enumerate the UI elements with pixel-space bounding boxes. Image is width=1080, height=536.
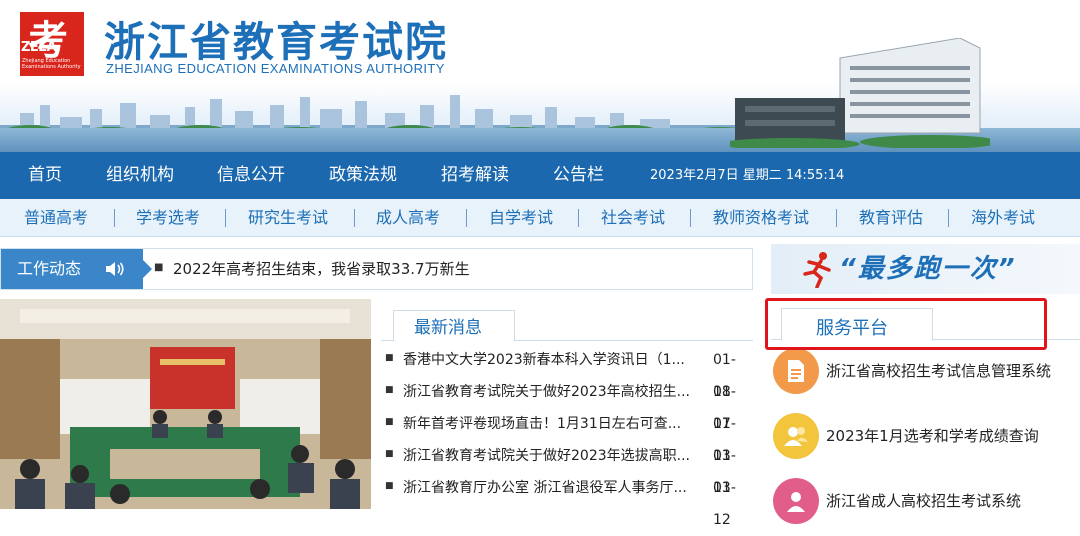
exam-category-nav: 普通高考 学考选考 研究生考试 成人高考 自学考试 社会考试 教师资格考试 教育… — [0, 199, 1080, 237]
speaker-icon — [106, 262, 124, 276]
nav-bulletin[interactable]: 公告栏 — [553, 152, 604, 199]
bullet-icon: ■ — [385, 417, 394, 427]
service-item[interactable]: 2023年1月选考和学考成绩查询 — [771, 413, 1080, 463]
runner-icon — [803, 252, 831, 288]
logo-abbreviation: ZEEA — [21, 40, 57, 55]
separator — [354, 209, 355, 227]
news-ticker: 工作动态 ■ 2022年高考招生结束，我省录取33.7万新生 — [0, 248, 753, 290]
current-datetime: 2023年2月7日 星期二 14:55:14 — [650, 168, 845, 183]
banner-text: “最多跑一次” — [839, 254, 1017, 284]
subnav-gaokao[interactable]: 普通高考 — [24, 199, 88, 237]
ticker-label: 工作动态 — [17, 259, 82, 278]
site-title: 浙江省教育考试院 — [104, 18, 448, 66]
nav-policies[interactable]: 政策法规 — [329, 152, 397, 199]
headquarters-building-image — [730, 38, 990, 148]
document-icon — [773, 348, 819, 394]
service-label[interactable]: 2023年1月选考和学考成绩查询 — [826, 413, 1039, 459]
subnav-adult[interactable]: 成人高考 — [376, 199, 440, 237]
tab-label: 最新消息 — [414, 318, 482, 338]
ticker-headline[interactable]: 2022年高考招生结束，我省录取33.7万新生 — [173, 249, 470, 289]
news-title[interactable]: 香港中文大学2023新春本科入学资讯日（1... — [403, 344, 708, 376]
subnav-xuekao[interactable]: 学考选考 — [136, 199, 200, 237]
news-item[interactable]: ■ 浙江省教育厅办公室 浙江省退役军人事务厅... 01-12 — [381, 472, 753, 528]
meeting-photo[interactable] — [0, 299, 371, 509]
nav-organization[interactable]: 组织机构 — [106, 152, 174, 199]
bullet-icon: ■ — [385, 353, 394, 363]
service-item[interactable]: 浙江省高校招生考试信息管理系统 — [771, 348, 1080, 398]
subnav-overseas[interactable]: 海外考试 — [971, 199, 1035, 237]
service-label[interactable]: 浙江省成人高校招生考试系统 — [826, 478, 1021, 524]
separator — [690, 209, 691, 227]
separator — [225, 209, 226, 227]
logo-subtext: Zhejiang Education Examinations Authorit… — [22, 58, 81, 70]
bullet-icon: ■ — [385, 449, 394, 459]
news-title[interactable]: 浙江省教育考试院关于做好2023年高校招生... — [403, 376, 708, 408]
latest-news-panel: 最新消息 ■ 香港中文大学2023新春本科入学资讯日（1... 01-18 ■ … — [381, 310, 753, 528]
bullet-icon: ■ — [154, 262, 164, 273]
nav-admission-guide[interactable]: 招考解读 — [441, 152, 509, 199]
subnav-social[interactable]: 社会考试 — [601, 199, 665, 237]
subnav-teacher[interactable]: 教师资格考试 — [713, 199, 809, 237]
highlight-annotation-box — [765, 298, 1047, 350]
bullet-icon: ■ — [385, 481, 394, 491]
separator — [948, 209, 949, 227]
service-item[interactable]: 浙江省成人高校招生考试系统 — [771, 478, 1080, 528]
subnav-evaluation[interactable]: 教育评估 — [859, 199, 923, 237]
tab-latest-news[interactable]: 最新消息 — [393, 310, 515, 342]
news-title[interactable]: 浙江省教育厅办公室 浙江省退役军人事务厅... — [403, 472, 708, 504]
subnav-self-study[interactable]: 自学考试 — [489, 199, 553, 237]
nav-home[interactable]: 首页 — [28, 152, 62, 199]
separator — [114, 209, 115, 227]
nav-info-disclosure[interactable]: 信息公开 — [217, 152, 285, 199]
news-item[interactable]: ■ 浙江省教育考试院关于做好2023年选拔高职... 01-13 — [381, 440, 753, 496]
separator — [466, 209, 467, 227]
subnav-graduate[interactable]: 研究生考试 — [248, 199, 328, 237]
service-label[interactable]: 浙江省高校招生考试信息管理系统 — [826, 348, 1051, 394]
bullet-icon: ■ — [385, 385, 394, 395]
news-title[interactable]: 新年首考评卷现场直击！1月31日左右可查... — [403, 408, 708, 440]
separator — [836, 209, 837, 227]
people-icon — [773, 478, 819, 524]
site-subtitle: ZHEJIANG EDUCATION EXAMINATIONS AUTHORIT… — [106, 61, 445, 76]
run-once-banner[interactable]: “最多跑一次” — [771, 244, 1080, 294]
news-date: 01-12 — [713, 480, 736, 528]
site-header: 考 ZEEA Zhejiang Education Examinations A… — [0, 0, 1080, 152]
news-item[interactable]: ■ 香港中文大学2023新春本科入学资讯日（1... 01-18 — [381, 344, 753, 400]
news-item[interactable]: ■ 新年首考评卷现场直击！1月31日左右可查... 01-13 — [381, 408, 753, 464]
separator — [578, 209, 579, 227]
news-title[interactable]: 浙江省教育考试院关于做好2023年选拔高职... — [403, 440, 708, 472]
users-icon — [773, 413, 819, 459]
main-nav: 首页 组织机构 信息公开 政策法规 招考解读 公告栏 2023年2月7日 星期二… — [0, 152, 1080, 199]
ticker-tab[interactable]: 工作动态 — [1, 249, 152, 289]
news-item[interactable]: ■ 浙江省教育考试院关于做好2023年高校招生... 01-17 — [381, 376, 753, 432]
